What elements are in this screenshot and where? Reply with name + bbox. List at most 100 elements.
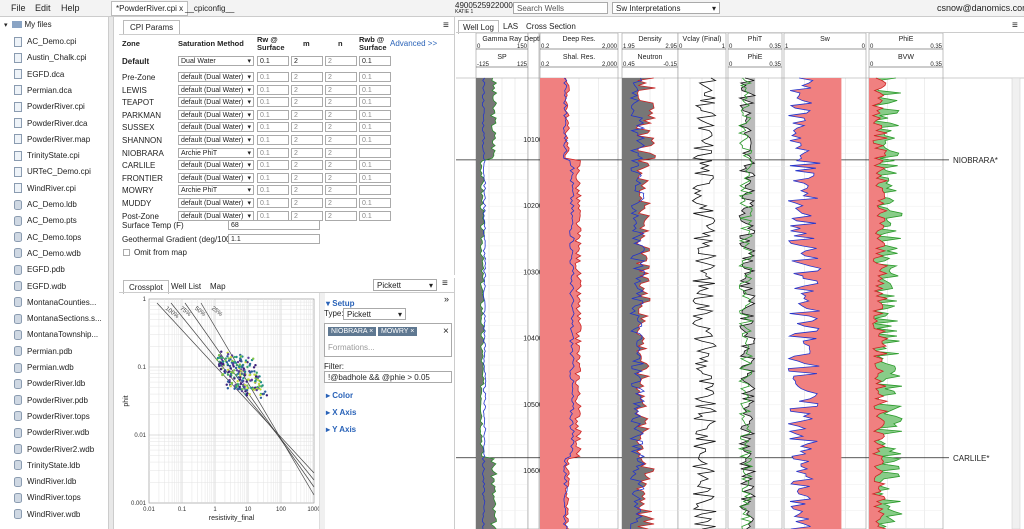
log-tracks[interactable]: Gamma Ray0 150SP-125 125Depth Deep Res.0.2 2… (456, 33, 1024, 529)
file-item[interactable]: PowderRiver.dca (14, 116, 87, 131)
zone-row-m-input[interactable]: 2 (291, 160, 323, 171)
zone-row-rwb-input[interactable]: 0.1 (359, 122, 391, 133)
file-item[interactable]: MontanaTownship... (14, 327, 98, 342)
file-item[interactable]: Permian.pdb (14, 344, 72, 359)
zone-row-method-select[interactable]: default (Dual Water) ▾ (178, 109, 254, 120)
zone-row-n-input[interactable]: 2 (325, 97, 357, 108)
file-item[interactable]: WindRiver.ldb (14, 474, 76, 489)
file-item[interactable]: EGFD.dca (14, 67, 64, 82)
file-item[interactable]: EGFD.wdb (14, 279, 66, 294)
file-item[interactable]: PowderRiver.cpi (14, 99, 85, 114)
zone-row-m-input[interactable]: 2 (291, 122, 323, 133)
tag-mowry[interactable]: MOWRY × (378, 327, 418, 336)
file-item[interactable]: MontanaCounties... (14, 295, 96, 310)
hamburger-icon[interactable]: ≡ (1012, 20, 1018, 31)
zone-row-m-input[interactable]: 2 (291, 97, 323, 108)
zone-row-m-input[interactable]: 2 (291, 84, 323, 95)
zone-row-rwb-input[interactable]: 0.1 (359, 135, 391, 145)
my-files-folder[interactable]: ▾ My files (4, 20, 52, 29)
zone-row-rw-input[interactable]: 0.1 (257, 147, 289, 158)
collapse-icon[interactable]: » (444, 294, 449, 304)
filter-input[interactable]: !@badhole && @phie > 0.05 (324, 371, 452, 383)
zone-row-rwb-input[interactable]: 0.1 (359, 210, 391, 221)
omit-checkbox[interactable] (123, 249, 130, 256)
surface-temp-input[interactable]: 68 (228, 220, 320, 230)
geo-gradient-input[interactable]: 1.1 (228, 234, 320, 244)
zone-row-n-input[interactable]: 2 (325, 172, 357, 183)
file-item[interactable]: MontanaSections.s... (14, 311, 102, 326)
zone-row-rw-input[interactable]: 0.1 (257, 198, 289, 208)
zone-row-method-select[interactable]: default (Dual Water) ▾ (178, 172, 254, 183)
formations-placeholder[interactable]: Formations... (328, 343, 375, 352)
file-item[interactable]: Permian.wdb (14, 360, 74, 375)
search-wells-input[interactable]: Search Wells (513, 2, 608, 14)
plot-type-select[interactable]: Pickett ▾ (373, 279, 437, 291)
menu-file[interactable]: File (11, 3, 26, 13)
zone-row-rw-input[interactable]: 0.1 (257, 109, 289, 120)
default-row-n-input[interactable]: 2 (325, 56, 357, 66)
file-item[interactable]: PowderRiver.ldb (14, 376, 85, 391)
zone-row-n-input[interactable]: 2 (325, 198, 357, 208)
tab-las[interactable]: LAS (503, 22, 518, 31)
zone-row-rw-input[interactable]: 0.1 (257, 122, 289, 133)
zone-row-m-input[interactable]: 2 (291, 172, 323, 183)
zone-row-n-input[interactable]: 2 (325, 122, 357, 133)
zone-row-n-input[interactable]: 2 (325, 72, 357, 82)
zone-row-method-select[interactable]: default (Dual Water) ▾ (178, 84, 254, 95)
color-section[interactable]: ▸ Color (326, 391, 353, 400)
file-item[interactable]: AC_Demo.cpi (14, 34, 76, 49)
zone-row-method-select[interactable]: Archie PhiT ▾ (178, 147, 254, 158)
zone-row-m-input[interactable]: 2 (291, 185, 323, 196)
file-item[interactable]: PowderRiver2.wdb (14, 442, 94, 457)
default-row-rw-input[interactable]: 0.1 (257, 56, 289, 66)
file-item[interactable]: AC_Demo.wdb (14, 246, 81, 261)
file-item[interactable]: AC_Demo.pts (14, 213, 77, 228)
zone-row-rwb-input[interactable] (359, 185, 391, 196)
file-item[interactable]: PowderRiver.map (14, 132, 90, 147)
zone-row-rwb-input[interactable]: 0.1 (359, 97, 391, 108)
file-item[interactable]: TrinityState.cpi (14, 148, 80, 163)
zone-row-n-input[interactable]: 2 (325, 160, 357, 171)
tab-well-list[interactable]: Well List (171, 282, 201, 291)
zone-row-method-select[interactable]: default (Dual Water) ▾ (178, 122, 254, 133)
file-item[interactable]: PowderRiver.wdb (14, 425, 89, 440)
zone-row-m-input[interactable]: 2 (291, 135, 323, 145)
file-item[interactable]: Permian.dca (14, 83, 72, 98)
file-item[interactable]: WindRiver.cpi (14, 181, 76, 196)
zone-row-method-select[interactable]: default (Dual Water) ▾ (178, 135, 254, 145)
file-item[interactable]: URTeC_Demo.cpi (14, 164, 91, 179)
zone-row-method-select[interactable]: default (Dual Water) ▾ (178, 72, 254, 82)
default-row-rwb-input[interactable]: 0.1 (359, 56, 391, 66)
file-item[interactable]: Austin_Chalk.cpi (14, 50, 87, 65)
hamburger-icon[interactable]: ≡ (442, 278, 448, 289)
zone-row-method-select[interactable]: default (Dual Water) ▾ (178, 198, 254, 208)
log-scrollbar[interactable] (1011, 77, 1021, 529)
zone-row-rwb-input[interactable]: 0.1 (359, 72, 391, 82)
file-item[interactable]: AC_Demo.ldb (14, 197, 77, 212)
x-axis-section[interactable]: ▸ X Axis (326, 408, 356, 417)
setup-section[interactable]: ▾ Setup (326, 299, 354, 308)
zone-row-rw-input[interactable]: 0.1 (257, 135, 289, 145)
advanced-link[interactable]: Advanced >> (390, 39, 437, 48)
zone-row-rw-input[interactable]: 0.1 (257, 84, 289, 95)
tab-cross-section[interactable]: Cross Section (526, 22, 576, 31)
pickett-plot[interactable]: 0.010.1110100100010.10.010.001resistivit… (119, 293, 319, 529)
interpretation-select[interactable]: Sw Interpretations ▾ (612, 2, 720, 14)
formations-box[interactable]: NIOBRARA × MOWRY × × Formations... (324, 323, 452, 357)
omit-from-map[interactable]: Omit from map (123, 248, 187, 257)
default-row-method-select[interactable]: Dual Water ▾ (178, 56, 254, 66)
zone-row-method-select[interactable]: default (Dual Water) ▾ (178, 160, 254, 171)
user-email[interactable]: csnow@danomics.com (937, 3, 1024, 13)
file-item[interactable]: PowderRiver.pdb (14, 393, 88, 408)
zone-row-n-input[interactable]: 2 (325, 84, 357, 95)
tab-map[interactable]: Map (210, 282, 226, 291)
zone-row-rwb-input[interactable]: 0.1 (359, 172, 391, 183)
default-row-m-input[interactable]: 2 (291, 56, 323, 66)
zone-row-rw-input[interactable]: 0.1 (257, 72, 289, 82)
zone-row-n-input[interactable]: 2 (325, 109, 357, 120)
clear-icon[interactable]: × (443, 326, 449, 337)
zone-row-m-input[interactable]: 2 (291, 72, 323, 82)
y-axis-section[interactable]: ▸ Y Axis (326, 425, 356, 434)
zone-row-rw-input[interactable]: 0.1 (257, 160, 289, 171)
zone-row-n-input[interactable]: 2 (325, 135, 357, 145)
